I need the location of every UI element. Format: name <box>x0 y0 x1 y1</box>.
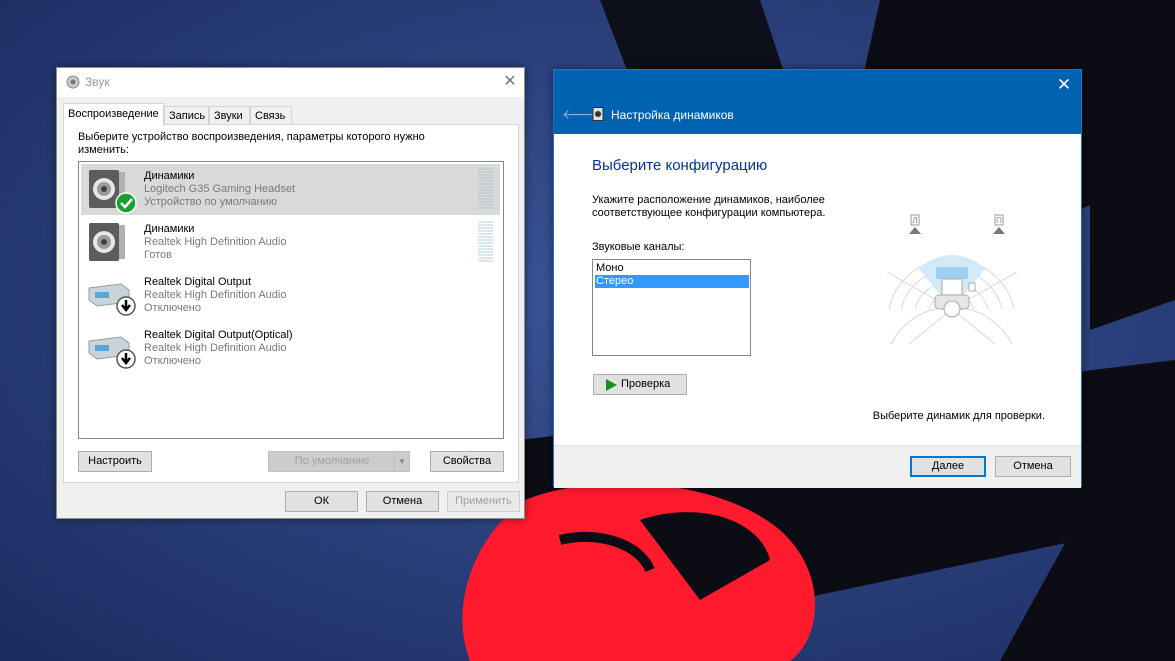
speaker-test-hint: Выберите динамик для проверки. <box>872 410 1045 422</box>
play-icon <box>606 379 617 391</box>
channel-option-mono[interactable]: Моно <box>595 262 749 275</box>
properties-button[interactable]: Свойства <box>430 451 504 472</box>
device-driver: Realtek High Definition Audio <box>144 342 287 354</box>
channels-label: Звуковые каналы: <box>592 241 685 253</box>
device-driver: Logitech G35 Gaming Headset <box>144 183 296 195</box>
device-status: Отключено <box>144 355 201 367</box>
configure-button[interactable]: Настроить <box>78 451 152 472</box>
device-driver: Realtek High Definition Audio <box>144 289 287 301</box>
tab-sounds[interactable]: Звуки <box>209 106 250 125</box>
right-speaker-icon[interactable] <box>993 227 1005 234</box>
device-name: Динамики <box>144 223 195 235</box>
speaker-layout-diagram: Л П <box>886 214 1018 345</box>
speaker-default-icon <box>89 170 137 214</box>
test-button-label: Проверка <box>621 378 671 390</box>
set-default-button[interactable]: По умолчанию ▼ <box>268 451 410 472</box>
tab-communications[interactable]: Связь <box>250 106 292 125</box>
device-driver: Realtek High Definition Audio <box>144 236 287 248</box>
sound-dialog-titlebar: Звук ✕ <box>57 68 524 97</box>
tab-recording[interactable]: Запись <box>164 106 209 125</box>
apply-button[interactable]: Применить <box>447 491 520 512</box>
device-status: Устройство по умолчанию <box>144 196 278 208</box>
volume-meter <box>478 221 493 263</box>
speaker-icon <box>89 223 125 261</box>
playback-panel: Выберите устройство воспроизведения, пар… <box>63 124 519 483</box>
playback-device-list[interactable]: Динамики Logitech G35 Gaming Headset Уст… <box>78 161 504 439</box>
speaker-icon <box>592 107 604 121</box>
device-item-digital-output-optical[interactable]: Realtek Digital Output(Optical) Realtek … <box>81 323 500 374</box>
audio-channels-list[interactable]: Моно Стерео <box>592 259 751 356</box>
speaker-setup-dialog: ✕ 🡐 Настройка динамиков Выберите конфигу… <box>553 69 1082 488</box>
tab-playback[interactable]: Воспроизведение <box>63 103 164 126</box>
device-item-realtek-speakers[interactable]: Динамики Realtek High Definition Audio Г… <box>81 217 500 268</box>
close-icon[interactable]: ✕ <box>496 68 524 97</box>
speaker-setup-header: ✕ 🡐 Настройка динамиков <box>554 70 1081 134</box>
right-speaker-label: П <box>996 216 1002 225</box>
page-heading: Выберите конфигурацию <box>592 157 768 174</box>
set-default-label: По умолчанию <box>294 455 370 467</box>
left-speaker-label: Л <box>912 216 917 225</box>
digital-output-disabled-icon <box>88 283 136 316</box>
channel-option-stereo[interactable]: Стерео <box>595 275 749 288</box>
close-icon[interactable]: ✕ <box>1052 73 1076 97</box>
playback-instruction: Выберите устройство воспроизведения, пар… <box>78 131 425 156</box>
device-name: Realtek Digital Output(Optical) <box>144 329 293 341</box>
speaker-setup-footer: Далее Отмена <box>554 445 1081 488</box>
digital-output-disabled-icon <box>88 336 136 369</box>
device-status: Отключено <box>144 302 201 314</box>
cancel-button[interactable]: Отмена <box>995 456 1071 477</box>
ok-button[interactable]: ОК <box>285 491 358 512</box>
next-button[interactable]: Далее <box>910 456 986 477</box>
sound-dialog: Звук ✕ Воспроизведение Запись Звуки Связ… <box>56 67 525 519</box>
sound-dialog-title: Звук <box>85 75 110 89</box>
volume-meter <box>478 168 493 210</box>
device-name: Динамики <box>144 170 195 182</box>
test-button[interactable]: Проверка <box>593 374 687 395</box>
device-status: Готов <box>144 249 172 261</box>
cancel-button[interactable]: Отмена <box>366 491 439 512</box>
chevron-down-icon[interactable]: ▼ <box>394 452 409 471</box>
device-item-digital-output[interactable]: Realtek Digital Output Realtek High Defi… <box>81 270 500 321</box>
left-speaker-icon[interactable] <box>909 227 921 234</box>
device-name: Realtek Digital Output <box>144 276 251 288</box>
device-item-g35-speakers[interactable]: Динамики Logitech G35 Gaming Headset Уст… <box>81 164 500 215</box>
configuration-description: Укажите расположение динамиков, наиболее… <box>592 194 826 219</box>
sound-app-icon <box>66 75 80 89</box>
speaker-setup-title: Настройка динамиков <box>611 108 734 122</box>
